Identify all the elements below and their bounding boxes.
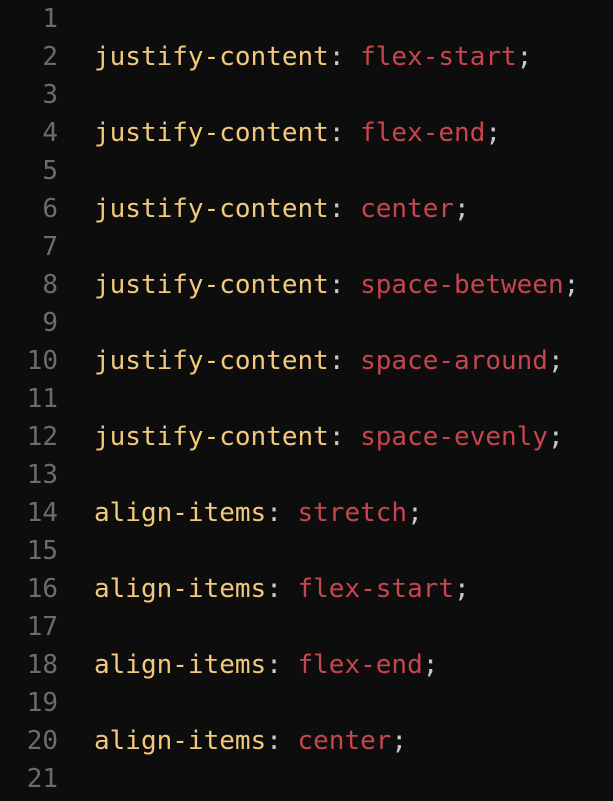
line-number: 17: [26, 612, 58, 642]
css-value: space-evenly: [360, 422, 548, 452]
code-line-10[interactable]: 10 justify-content: space-around;: [0, 342, 613, 380]
css-value: flex-start: [297, 574, 455, 604]
line-number: 20: [26, 726, 58, 756]
css-property: align-items: [94, 574, 267, 604]
css-property: justify-content: [94, 270, 329, 300]
code-line-4[interactable]: 4 justify-content: flex-end;: [0, 114, 613, 152]
colon: :: [266, 574, 298, 604]
semicolon: ;: [547, 346, 564, 376]
code-line-15[interactable]: 15: [0, 532, 613, 570]
line-number: 19: [26, 688, 58, 718]
code-line-16[interactable]: 16 align-items: flex-start;: [0, 570, 613, 608]
css-value: space-around: [360, 346, 548, 376]
line-number: 3: [42, 80, 58, 110]
code-line-2[interactable]: 2 justify-content: flex-start;: [0, 38, 613, 76]
line-number: 10: [26, 346, 58, 376]
css-value: flex-end: [297, 650, 423, 680]
code-line-21[interactable]: 21: [0, 760, 613, 798]
line-number: 15: [26, 536, 58, 566]
code-line-6[interactable]: 6 justify-content: center;: [0, 190, 613, 228]
css-property: align-items: [94, 498, 267, 528]
semicolon: ;: [422, 650, 439, 680]
code-line-14[interactable]: 14 align-items: stretch;: [0, 494, 613, 532]
code-line-19[interactable]: 19: [0, 684, 613, 722]
semicolon: ;: [407, 498, 423, 528]
code-line-7[interactable]: 7: [0, 228, 613, 266]
line-number: 6: [42, 194, 58, 224]
line-number: 21: [26, 764, 58, 794]
css-property: justify-content: [94, 346, 329, 376]
colon: :: [266, 650, 298, 680]
code-content: justify-content: center;: [94, 194, 470, 224]
colon: :: [328, 42, 361, 72]
colon: :: [266, 726, 298, 756]
line-number: 8: [42, 270, 58, 300]
code-line-3[interactable]: 3: [0, 76, 613, 114]
colon: :: [328, 422, 361, 452]
code-content: justify-content: space-evenly;: [94, 422, 564, 452]
css-value: center: [297, 726, 392, 756]
line-number: 1: [42, 4, 58, 34]
css-property: align-items: [94, 726, 267, 756]
line-number: 16: [26, 574, 58, 604]
colon: :: [266, 498, 298, 528]
code-line-13[interactable]: 13: [0, 456, 613, 494]
code-line-12[interactable]: 12 justify-content: space-evenly;: [0, 418, 613, 456]
semicolon: ;: [454, 574, 470, 604]
css-property: justify-content: [94, 42, 329, 72]
code-content: justify-content: space-between;: [94, 270, 579, 300]
semicolon: ;: [454, 194, 470, 224]
css-value: center: [360, 194, 455, 224]
semicolon: ;: [547, 422, 564, 452]
css-value: stretch: [297, 498, 408, 528]
semicolon: ;: [516, 42, 533, 72]
css-property: justify-content: [94, 194, 329, 224]
code-editor[interactable]: 1 2 justify-content: flex-start; 3 4 jus…: [0, 0, 613, 801]
css-value: space-between: [360, 270, 564, 300]
code-content: align-items: center;: [94, 726, 407, 756]
code-content: align-items: flex-end;: [94, 650, 438, 680]
css-value: flex-start: [360, 42, 517, 72]
semicolon: ;: [391, 726, 408, 756]
css-property: align-items: [94, 650, 267, 680]
colon: :: [328, 194, 361, 224]
line-number: 11: [26, 384, 58, 414]
line-number: 9: [42, 308, 58, 338]
code-line-1[interactable]: 1: [0, 0, 613, 38]
line-number: 14: [26, 498, 58, 528]
code-content: align-items: flex-start;: [94, 574, 470, 604]
colon: :: [328, 270, 361, 300]
line-number: 5: [42, 156, 58, 186]
semicolon: ;: [485, 118, 502, 148]
line-number: 7: [42, 232, 58, 262]
colon: :: [328, 346, 361, 376]
colon: :: [328, 118, 361, 148]
css-property: justify-content: [94, 422, 329, 452]
code-content: justify-content: flex-start;: [94, 42, 532, 72]
code-line-8[interactable]: 8 justify-content: space-between;: [0, 266, 613, 304]
code-content: align-items: stretch;: [94, 498, 423, 528]
line-number: 2: [42, 42, 58, 72]
code-line-18[interactable]: 18 align-items: flex-end;: [0, 646, 613, 684]
semicolon: ;: [563, 270, 580, 300]
css-property: justify-content: [94, 118, 329, 148]
code-line-17[interactable]: 17: [0, 608, 613, 646]
code-content: justify-content: space-around;: [94, 346, 564, 376]
code-content: justify-content: flex-end;: [94, 118, 501, 148]
code-line-11[interactable]: 11: [0, 380, 613, 418]
line-number: 13: [26, 460, 58, 490]
line-number: 12: [26, 422, 58, 452]
line-number: 18: [26, 650, 58, 680]
code-line-20[interactable]: 20 align-items: center;: [0, 722, 613, 760]
line-number: 4: [42, 118, 58, 148]
code-line-9[interactable]: 9: [0, 304, 613, 342]
css-value: flex-end: [360, 118, 486, 148]
code-line-5[interactable]: 5: [0, 152, 613, 190]
